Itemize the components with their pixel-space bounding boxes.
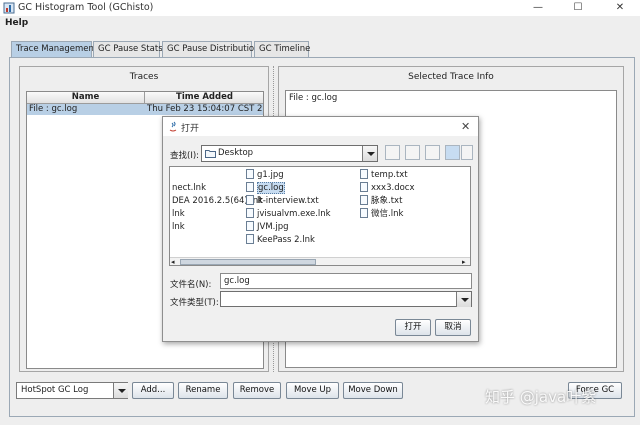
chevron-down-icon[interactable] <box>456 292 471 307</box>
file-type-select[interactable] <box>220 291 472 307</box>
gc-log-type-value: HotSpot GC Log <box>21 385 89 395</box>
file-icon <box>246 234 254 244</box>
file-name-label: 文件名(N): <box>170 280 212 290</box>
list-item[interactable]: JVM.jpg <box>246 221 356 234</box>
look-in-select[interactable]: Desktop <box>201 145 378 162</box>
open-file-dialog: 打开 ✕ 查找(I): Desktop nect.lnk DEA 2016.2.… <box>162 116 479 342</box>
file-icon <box>360 195 368 205</box>
chevron-down-icon[interactable] <box>362 146 377 161</box>
horizontal-scrollbar[interactable]: ◂ ▸ <box>170 257 470 265</box>
dialog-title: 打开 <box>181 124 200 134</box>
add-button[interactable]: Add... <box>132 382 174 399</box>
details-view-icon[interactable] <box>461 145 473 160</box>
file-icon <box>360 169 368 179</box>
file-icon <box>360 182 368 192</box>
watermark: 知乎 @java叶紫 <box>485 388 597 406</box>
file-name-input[interactable]: gc.log <box>220 273 472 289</box>
minimize-button[interactable]: — <box>520 0 556 16</box>
scroll-left-icon[interactable]: ◂ <box>171 258 175 265</box>
traces-title: Traces <box>129 72 159 82</box>
list-item[interactable]: lt-interview.txt <box>246 195 356 208</box>
home-icon[interactable] <box>405 145 420 160</box>
gc-log-type-select[interactable]: HotSpot GC Log <box>16 382 128 399</box>
file-column: g1.jpg gc.log lt-interview.txt jvisualvm… <box>246 169 356 247</box>
new-folder-icon[interactable] <box>425 145 440 160</box>
selected-trace-title: Selected Trace Info <box>408 72 494 82</box>
up-one-level-icon[interactable] <box>385 145 400 160</box>
dialog-titlebar: 打开 ✕ <box>163 117 478 136</box>
list-item[interactable] <box>172 169 242 182</box>
move-down-button[interactable]: Move Down <box>343 382 403 399</box>
file-type-label: 文件类型(T): <box>170 298 219 308</box>
remove-button[interactable]: Remove <box>233 382 281 399</box>
list-item[interactable]: 微信.lnk <box>360 208 468 221</box>
scrollbar-thumb[interactable] <box>180 259 316 265</box>
column-header-time-added[interactable]: Time Added <box>145 92 263 104</box>
file-name-value: gc.log <box>224 276 250 286</box>
file-column: temp.txt xxx3.docx 脉象.txt 微信.lnk <box>360 169 468 221</box>
list-item[interactable]: DEA 2016.2.5(64).lnk <box>172 195 263 208</box>
java-icon <box>169 121 177 132</box>
file-icon <box>246 195 254 205</box>
app-icon <box>3 2 15 14</box>
tab-gc-pause-distribution[interactable]: GC Pause Distribution <box>162 41 260 57</box>
list-item[interactable]: 脉象.txt <box>360 195 468 208</box>
look-in-value: Desktop <box>218 148 254 158</box>
list-item[interactable]: gc.log <box>246 182 356 195</box>
column-header-name[interactable]: Name <box>27 92 145 104</box>
file-list[interactable]: nect.lnk DEA 2016.2.5(64).lnk lnk lnk g1… <box>169 166 471 266</box>
menubar: Help <box>0 16 640 33</box>
maximize-button[interactable]: ☐ <box>560 0 596 16</box>
move-up-button[interactable]: Move Up <box>286 382 339 399</box>
window-titlebar: GC Histogram Tool (GChisto) — ☐ ✕ <box>0 0 640 16</box>
rename-button[interactable]: Rename <box>178 382 228 399</box>
list-view-icon[interactable] <box>445 145 460 160</box>
close-button[interactable]: ✕ <box>602 0 638 16</box>
window-title: GC Histogram Tool (GChisto) <box>18 2 154 13</box>
file-icon <box>360 208 368 218</box>
list-item[interactable]: lnk <box>172 221 242 234</box>
list-item[interactable]: g1.jpg <box>246 169 356 182</box>
list-item[interactable]: jvisualvm.exe.lnk <box>246 208 356 221</box>
open-button[interactable]: 打开 <box>395 319 431 336</box>
list-item[interactable]: xxx3.docx <box>360 182 468 195</box>
list-item[interactable]: nect.lnk <box>172 182 242 195</box>
trace-time-cell: Thu Feb 23 15:04:07 CST 2017 <box>147 104 263 114</box>
chevron-down-icon[interactable] <box>113 383 128 398</box>
look-in-label: 查找(I): <box>170 151 200 161</box>
menu-help[interactable]: Help <box>5 18 28 28</box>
tab-trace-management[interactable]: Trace Management <box>11 41 97 58</box>
file-column: nect.lnk DEA 2016.2.5(64).lnk lnk lnk <box>172 169 263 234</box>
tab-gc-timeline[interactable]: GC Timeline <box>254 41 310 57</box>
list-item[interactable]: lnk <box>172 208 242 221</box>
trace-name-cell: File : gc.log <box>29 104 78 114</box>
list-item[interactable]: temp.txt <box>360 169 468 182</box>
file-icon <box>246 169 254 179</box>
cancel-button[interactable]: 取消 <box>435 319 471 336</box>
tab-gc-pause-stats[interactable]: GC Pause Stats <box>93 41 163 57</box>
file-icon <box>246 182 254 192</box>
list-item[interactable]: KeePass 2.lnk <box>246 234 356 247</box>
folder-icon <box>205 150 216 158</box>
file-icon <box>246 221 254 231</box>
scroll-right-icon[interactable]: ▸ <box>462 258 466 265</box>
close-icon[interactable]: ✕ <box>461 120 470 133</box>
file-icon <box>246 208 254 218</box>
